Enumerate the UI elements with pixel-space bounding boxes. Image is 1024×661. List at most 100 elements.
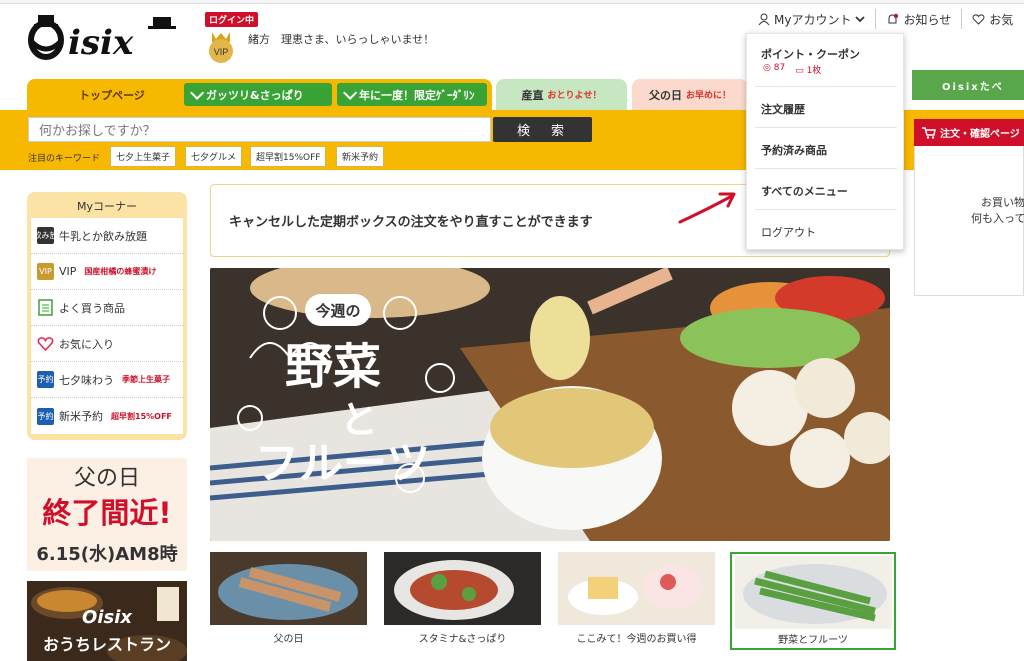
thumb-caption: ここみて！今週のお買い得: [576, 634, 697, 645]
menu-logout[interactable]: ログアウト: [747, 224, 905, 240]
banner-line: Oisix: [82, 607, 132, 628]
menu-points-coupons[interactable]: ポイント・クーポン ◎ 87 ▭ 1枚: [747, 46, 905, 82]
my-corner-item-favorites[interactable]: お気に入り: [31, 326, 183, 362]
my-corner-item-milk[interactable]: 飲み放 牛乳とか飲み放題: [31, 218, 183, 254]
list-item-label: 新米予約: [59, 410, 103, 423]
notifications-link[interactable]: お知らせ: [876, 9, 963, 29]
tab-sanchoku-label: 産直: [521, 88, 544, 102]
menu-points-coupons-label: ポイント・クーポン: [761, 48, 860, 61]
thumb-weekly-deals[interactable]: ここみて！今週のお買い得: [558, 552, 715, 650]
oisix-tabe-banner[interactable]: Oisixたべ: [912, 70, 1024, 100]
keyword-tag[interactable]: 超早割15%OFF: [250, 146, 327, 167]
my-corner-item-frequent[interactable]: よく買う商品: [31, 290, 183, 326]
tab-sanchoku-sub: おとりよせ！: [547, 91, 602, 101]
asparagus-image: [735, 556, 892, 629]
page: isix ログイン中 VIP 緒方 理恵さま、いらっしゃいませ！ Myアカウント…: [0, 0, 1024, 661]
keyword-tag[interactable]: 七夕グルメ: [185, 146, 243, 167]
search-input[interactable]: 何かお探しですか？: [28, 117, 491, 142]
menu-all-menu[interactable]: すべてのメニュー: [747, 183, 905, 199]
tab-sanchoku[interactable]: 産直 おとりよせ！: [496, 79, 627, 110]
divider: [755, 168, 897, 169]
top-border: [0, 0, 1024, 4]
chevron-down-icon: [190, 85, 205, 100]
account-bar: Myアカウント お知らせ お気: [748, 8, 1023, 30]
favorites-link[interactable]: お気: [962, 9, 1023, 29]
thumb-caption: スタミナ&さっぱり: [418, 634, 507, 645]
cart-box: お買い物 何も入って: [914, 146, 1024, 296]
user-icon: [758, 13, 770, 25]
keywords-label: 注目のキーワード: [28, 154, 101, 164]
reserve-icon: 予約: [37, 371, 54, 388]
points-summary: ◎ 87 ▭ 1枚: [763, 63, 821, 76]
my-account-label: Myアカウント: [774, 12, 852, 27]
list-icon: [38, 299, 53, 316]
my-corner-title: Myコーナー: [76, 200, 137, 213]
reserve-icon: 予約: [37, 407, 54, 425]
vegetables-hero-image: 今週の 野菜 と フルーツ: [210, 268, 890, 541]
hero-line2: と: [340, 398, 378, 442]
points-value: ◎ 87: [763, 63, 785, 76]
chevron-down-icon: [855, 16, 866, 23]
vip-icon: VIP: [37, 263, 54, 280]
nav-hearty-button[interactable]: ガッツリ&さっぱり: [184, 83, 332, 106]
my-corner-item-rice[interactable]: 予約 新米予約 超早割15%OFF: [31, 398, 183, 434]
search-button[interactable]: 検 索: [493, 117, 592, 142]
thumb-caption: 野菜とフルーツ: [778, 635, 848, 646]
divider: [755, 127, 897, 128]
menu-order-history[interactable]: 注文履歴: [747, 101, 905, 117]
restaurant-banner[interactable]: Oisix おうちレストラン: [27, 581, 187, 661]
hero-line3: フルーツ: [255, 438, 430, 489]
banner-line: おうちレストラン: [42, 635, 171, 654]
points-value-text: 87: [773, 63, 786, 73]
cart-empty-text: お買い物: [981, 196, 1024, 209]
cart-header[interactable]: 注文・確認ページ: [914, 119, 1024, 146]
list-item-label: 七夕味わう: [59, 373, 114, 387]
main-nav: トップページ ガッツリ&さっぱり 年に一度！限定ｹﾞｰﾀﾞﾘﾝ 産直 おとりよせ！: [27, 79, 627, 110]
list-item-tag: 国産柑橘の蜂蜜漬け: [84, 267, 157, 276]
thumb-stamina[interactable]: スタミナ&さっぱり: [384, 552, 541, 650]
keyword-tag[interactable]: 七夕上生菓子: [110, 146, 177, 167]
greeting: 緒方 理恵さま、いらっしゃいませ！: [248, 33, 435, 46]
coupon-value: ▭ 1枚: [795, 63, 821, 76]
tab-fathers-day[interactable]: 父の日 お早めに！: [632, 79, 748, 110]
hero-line1: 野菜: [285, 339, 381, 395]
nav-limited-button[interactable]: 年に一度！限定ｹﾞｰﾀﾞﾘﾝ: [337, 83, 487, 106]
grilled-fish-image: [210, 552, 367, 625]
banner-line: 6.15(水)AM8時: [36, 544, 178, 565]
cart-empty-text: 何も入って: [971, 212, 1024, 225]
menu-reserved-items[interactable]: 予約済み商品: [747, 142, 905, 158]
feature-thumbnails: 父の日 スタミナ&さっぱり ここみて！今週のお買い得 野菜とフルーツ: [210, 552, 900, 652]
list-item-label: 牛乳とか飲み放題: [59, 229, 147, 243]
coupon-icon: ▭: [795, 66, 804, 76]
keyword-tag[interactable]: 新米予約: [336, 146, 385, 167]
list-item-tag: 超早割15%OFF: [111, 411, 172, 421]
milk-bottle-icon: 飲み放: [34, 227, 58, 244]
coupon-value-text: 1枚: [806, 66, 822, 76]
nav-limited-label: 年に一度！限定ｹﾞｰﾀﾞﾘﾝ: [359, 88, 475, 102]
desserts-image: [558, 552, 715, 625]
points-icon: ◎: [763, 63, 771, 73]
heart-icon: [37, 337, 54, 352]
fathers-day-banner[interactable]: 父の日 終了間近! 6.15(水)AM8時: [27, 458, 187, 571]
divider: [755, 86, 897, 87]
list-item-label: よく買う商品: [59, 301, 125, 315]
my-account-menu[interactable]: Myアカウント: [748, 9, 877, 29]
hero-small-text: 今週の: [314, 302, 360, 320]
login-badge: ログイン中: [205, 12, 259, 27]
favorites-label: お気: [989, 12, 1014, 27]
list-item-label: VIP: [59, 265, 77, 278]
thumb-vegetables-fruits[interactable]: 野菜とフルーツ: [730, 552, 896, 650]
my-corner: Myコーナー 飲み放 牛乳とか飲み放題 VIP VIP 国産柑橘の蜂蜜漬け よく…: [27, 192, 187, 440]
chevron-down-icon: [343, 85, 358, 100]
my-corner-item-vip[interactable]: VIP VIP 国産柑橘の蜂蜜漬け: [31, 254, 183, 290]
thumb-fathers-day[interactable]: 父の日: [210, 552, 367, 650]
red-arrow-annotation: [678, 192, 736, 224]
my-corner-list: 飲み放 牛乳とか飲み放題 VIP VIP 国産柑橘の蜂蜜漬け よく買う商品 お気…: [31, 218, 183, 434]
hero-banner[interactable]: 今週の 野菜 と フルーツ: [210, 268, 890, 541]
oisix-logo[interactable]: isix: [28, 14, 178, 64]
thumb-caption: 父の日: [273, 634, 304, 645]
vip-medal-label: VIP: [214, 47, 229, 57]
my-corner-item-tanabata[interactable]: 予約 七夕味わう 季節上生菓子: [31, 362, 183, 398]
bell-icon: [888, 13, 899, 23]
salad-plate-image: [384, 552, 541, 625]
